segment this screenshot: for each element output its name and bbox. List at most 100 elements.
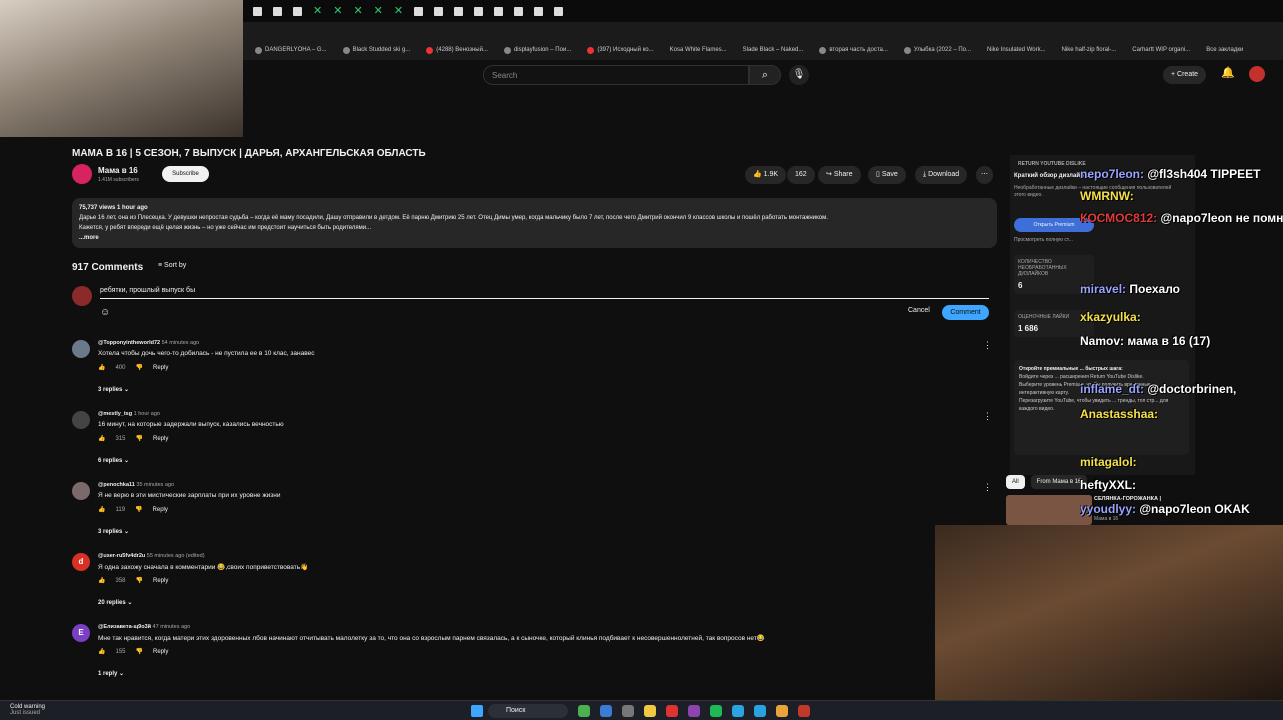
bookmark[interactable]: Улыбка (2022 – По... <box>903 46 971 54</box>
tab-x-icon[interactable]: ✕ <box>313 5 322 17</box>
comment-author[interactable]: @mestly_tsg 1 hour ago <box>98 411 160 417</box>
save-button[interactable]: ▯ Save <box>868 166 906 184</box>
replies-toggle[interactable]: 3 replies ⌄ <box>98 528 129 535</box>
chip-from-channel[interactable]: From Мама в 16 <box>1030 475 1088 489</box>
replies-toggle[interactable]: 3 replies ⌄ <box>98 386 129 393</box>
author-handle[interactable]: @Елизавета-щ9о3й <box>98 624 151 630</box>
create-button[interactable]: + Create <box>1163 66 1207 84</box>
description-box[interactable]: 75,737 views 1 hour ago Дарье 16 лет, он… <box>72 198 997 248</box>
microphone-icon[interactable]: 🎙 <box>789 65 809 85</box>
author-handle[interactable]: @Topponyintheworld72 <box>98 340 160 346</box>
tab-icon[interactable] <box>253 6 262 16</box>
app-icon[interactable] <box>600 705 612 717</box>
tab-x-icon[interactable]: ✕ <box>394 5 403 17</box>
comment-input[interactable]: ребятки, прошлый выпуск бы <box>100 285 989 299</box>
tab-x-icon[interactable]: ✕ <box>333 5 342 17</box>
more-actions-icon[interactable]: ⋯ <box>976 166 993 184</box>
replies-toggle[interactable]: 6 replies ⌄ <box>98 457 129 464</box>
spotify-icon[interactable] <box>710 705 722 717</box>
windows-start-icon[interactable] <box>471 705 483 717</box>
more-options-icon[interactable]: ⋮ <box>983 482 992 493</box>
avatar[interactable] <box>72 411 90 429</box>
weather-widget[interactable]: Cold warning Just issued <box>10 704 45 716</box>
bookmark[interactable]: (397) Исходный ко... <box>587 46 654 54</box>
taskbar-search[interactable]: Поиск <box>488 704 568 718</box>
share-button[interactable]: ↪ Share <box>818 166 861 184</box>
bookmark[interactable]: Nike Insulated Work... <box>987 47 1046 53</box>
channel-avatar[interactable] <box>72 164 92 184</box>
replies-toggle[interactable]: 1 reply ⌄ <box>98 670 124 677</box>
avatar[interactable] <box>72 340 90 358</box>
thumbs-down-icon[interactable]: 👎 <box>135 506 142 513</box>
thumbs-up-icon[interactable]: 👍 <box>98 435 105 442</box>
bookmark[interactable]: (4288) Венозный... <box>426 46 488 54</box>
reply-button[interactable]: Reply <box>153 578 168 584</box>
tab-x-icon[interactable]: ✕ <box>353 5 362 17</box>
avatar[interactable] <box>72 482 90 500</box>
tab-icon[interactable] <box>514 6 524 16</box>
panel-note[interactable]: Просмотреть полную ст... <box>1014 237 1073 243</box>
channel-name[interactable]: Мама в 16 <box>98 166 138 175</box>
comment-author[interactable]: @penochka11 35 minutes ago <box>98 482 174 488</box>
comment-button[interactable]: Comment <box>942 305 989 320</box>
tab-icon[interactable] <box>293 6 302 16</box>
reply-button[interactable]: Reply <box>153 649 168 655</box>
telegram-icon[interactable] <box>732 705 744 717</box>
more-options-icon[interactable]: ⋮ <box>983 411 992 422</box>
thumbs-down-icon[interactable]: 👎 <box>136 364 143 371</box>
tab-icon[interactable] <box>273 6 282 16</box>
app-icon[interactable] <box>688 705 700 717</box>
thumbs-up-icon[interactable]: 👍 <box>98 506 105 513</box>
bookmark[interactable]: Nike half-zip floral-... <box>1062 47 1117 53</box>
comment-author[interactable]: @user-ru5fv4dr2u 55 minutes ago (edited) <box>98 553 205 559</box>
avatar[interactable]: d <box>72 553 90 571</box>
bookmark[interactable]: Carhartt WIP organi... <box>1132 47 1190 53</box>
sort-by-button[interactable]: ≡ Sort by <box>158 262 186 269</box>
thumbs-up-icon[interactable]: 👍 <box>98 364 105 371</box>
tab-icon[interactable] <box>554 6 564 16</box>
more-options-icon[interactable]: ⋮ <box>983 340 992 351</box>
subscribe-button[interactable]: Subscribe <box>162 166 209 182</box>
app-icon[interactable] <box>754 705 766 717</box>
tab-icon[interactable] <box>454 6 464 16</box>
author-handle[interactable]: @mestly_tsg <box>98 411 132 417</box>
like-button[interactable]: 👍 1.9K <box>745 166 787 184</box>
thumbs-up-icon[interactable]: 👍 <box>98 577 105 584</box>
reply-button[interactable]: Reply <box>153 436 168 442</box>
tab-x-icon[interactable]: ✕ <box>374 5 383 17</box>
description-more[interactable]: ...more <box>79 233 990 243</box>
search-input[interactable]: Search <box>483 65 749 85</box>
all-bookmarks[interactable]: Все закладки <box>1206 47 1243 53</box>
cancel-button[interactable]: Cancel <box>908 307 930 314</box>
download-button[interactable]: ⤓ Download <box>915 166 968 184</box>
bookmark[interactable]: Black Studded ski g... <box>342 46 410 54</box>
reply-button[interactable]: Reply <box>153 507 168 513</box>
emoji-icon[interactable]: ☺ <box>100 307 110 318</box>
dislike-button[interactable]: 162 <box>787 166 815 184</box>
bookmark[interactable]: Kosa White Flames... <box>670 47 727 53</box>
thumbs-up-icon[interactable]: 👍 <box>98 648 105 655</box>
chrome-icon[interactable] <box>776 705 788 717</box>
tab-icon[interactable] <box>534 6 544 16</box>
chip-all[interactable]: All <box>1006 475 1025 489</box>
app-icon[interactable] <box>622 705 634 717</box>
thumbs-down-icon[interactable]: 👎 <box>136 577 143 584</box>
tab-icon[interactable] <box>474 6 484 16</box>
comment-author[interactable]: @Topponyintheworld72 54 minutes ago <box>98 340 199 346</box>
app-icon[interactable] <box>798 705 810 717</box>
bookmark[interactable]: DANGERLYOHA – G... <box>255 46 327 54</box>
avatar[interactable]: E <box>72 624 90 642</box>
bookmark[interactable]: вторая часть доста... <box>819 46 888 54</box>
tab-icon[interactable] <box>414 6 424 16</box>
tab-icon[interactable] <box>494 6 504 16</box>
comment-author[interactable]: @Елизавета-щ9о3й 47 minutes ago <box>98 624 190 630</box>
thumbs-down-icon[interactable]: 👎 <box>136 648 143 655</box>
author-handle[interactable]: @user-ru5fv4dr2u <box>98 553 145 559</box>
bell-icon[interactable]: 🔔 <box>1221 66 1235 79</box>
reply-button[interactable]: Reply <box>153 365 168 371</box>
search-icon[interactable]: ⌕ <box>749 65 781 85</box>
tab-icon[interactable] <box>434 6 444 16</box>
bookmark[interactable]: displayfusion – Пои... <box>503 46 571 54</box>
bookmark[interactable]: Slade Black – Naked... <box>743 47 804 53</box>
replies-toggle[interactable]: 20 replies ⌄ <box>98 599 132 606</box>
